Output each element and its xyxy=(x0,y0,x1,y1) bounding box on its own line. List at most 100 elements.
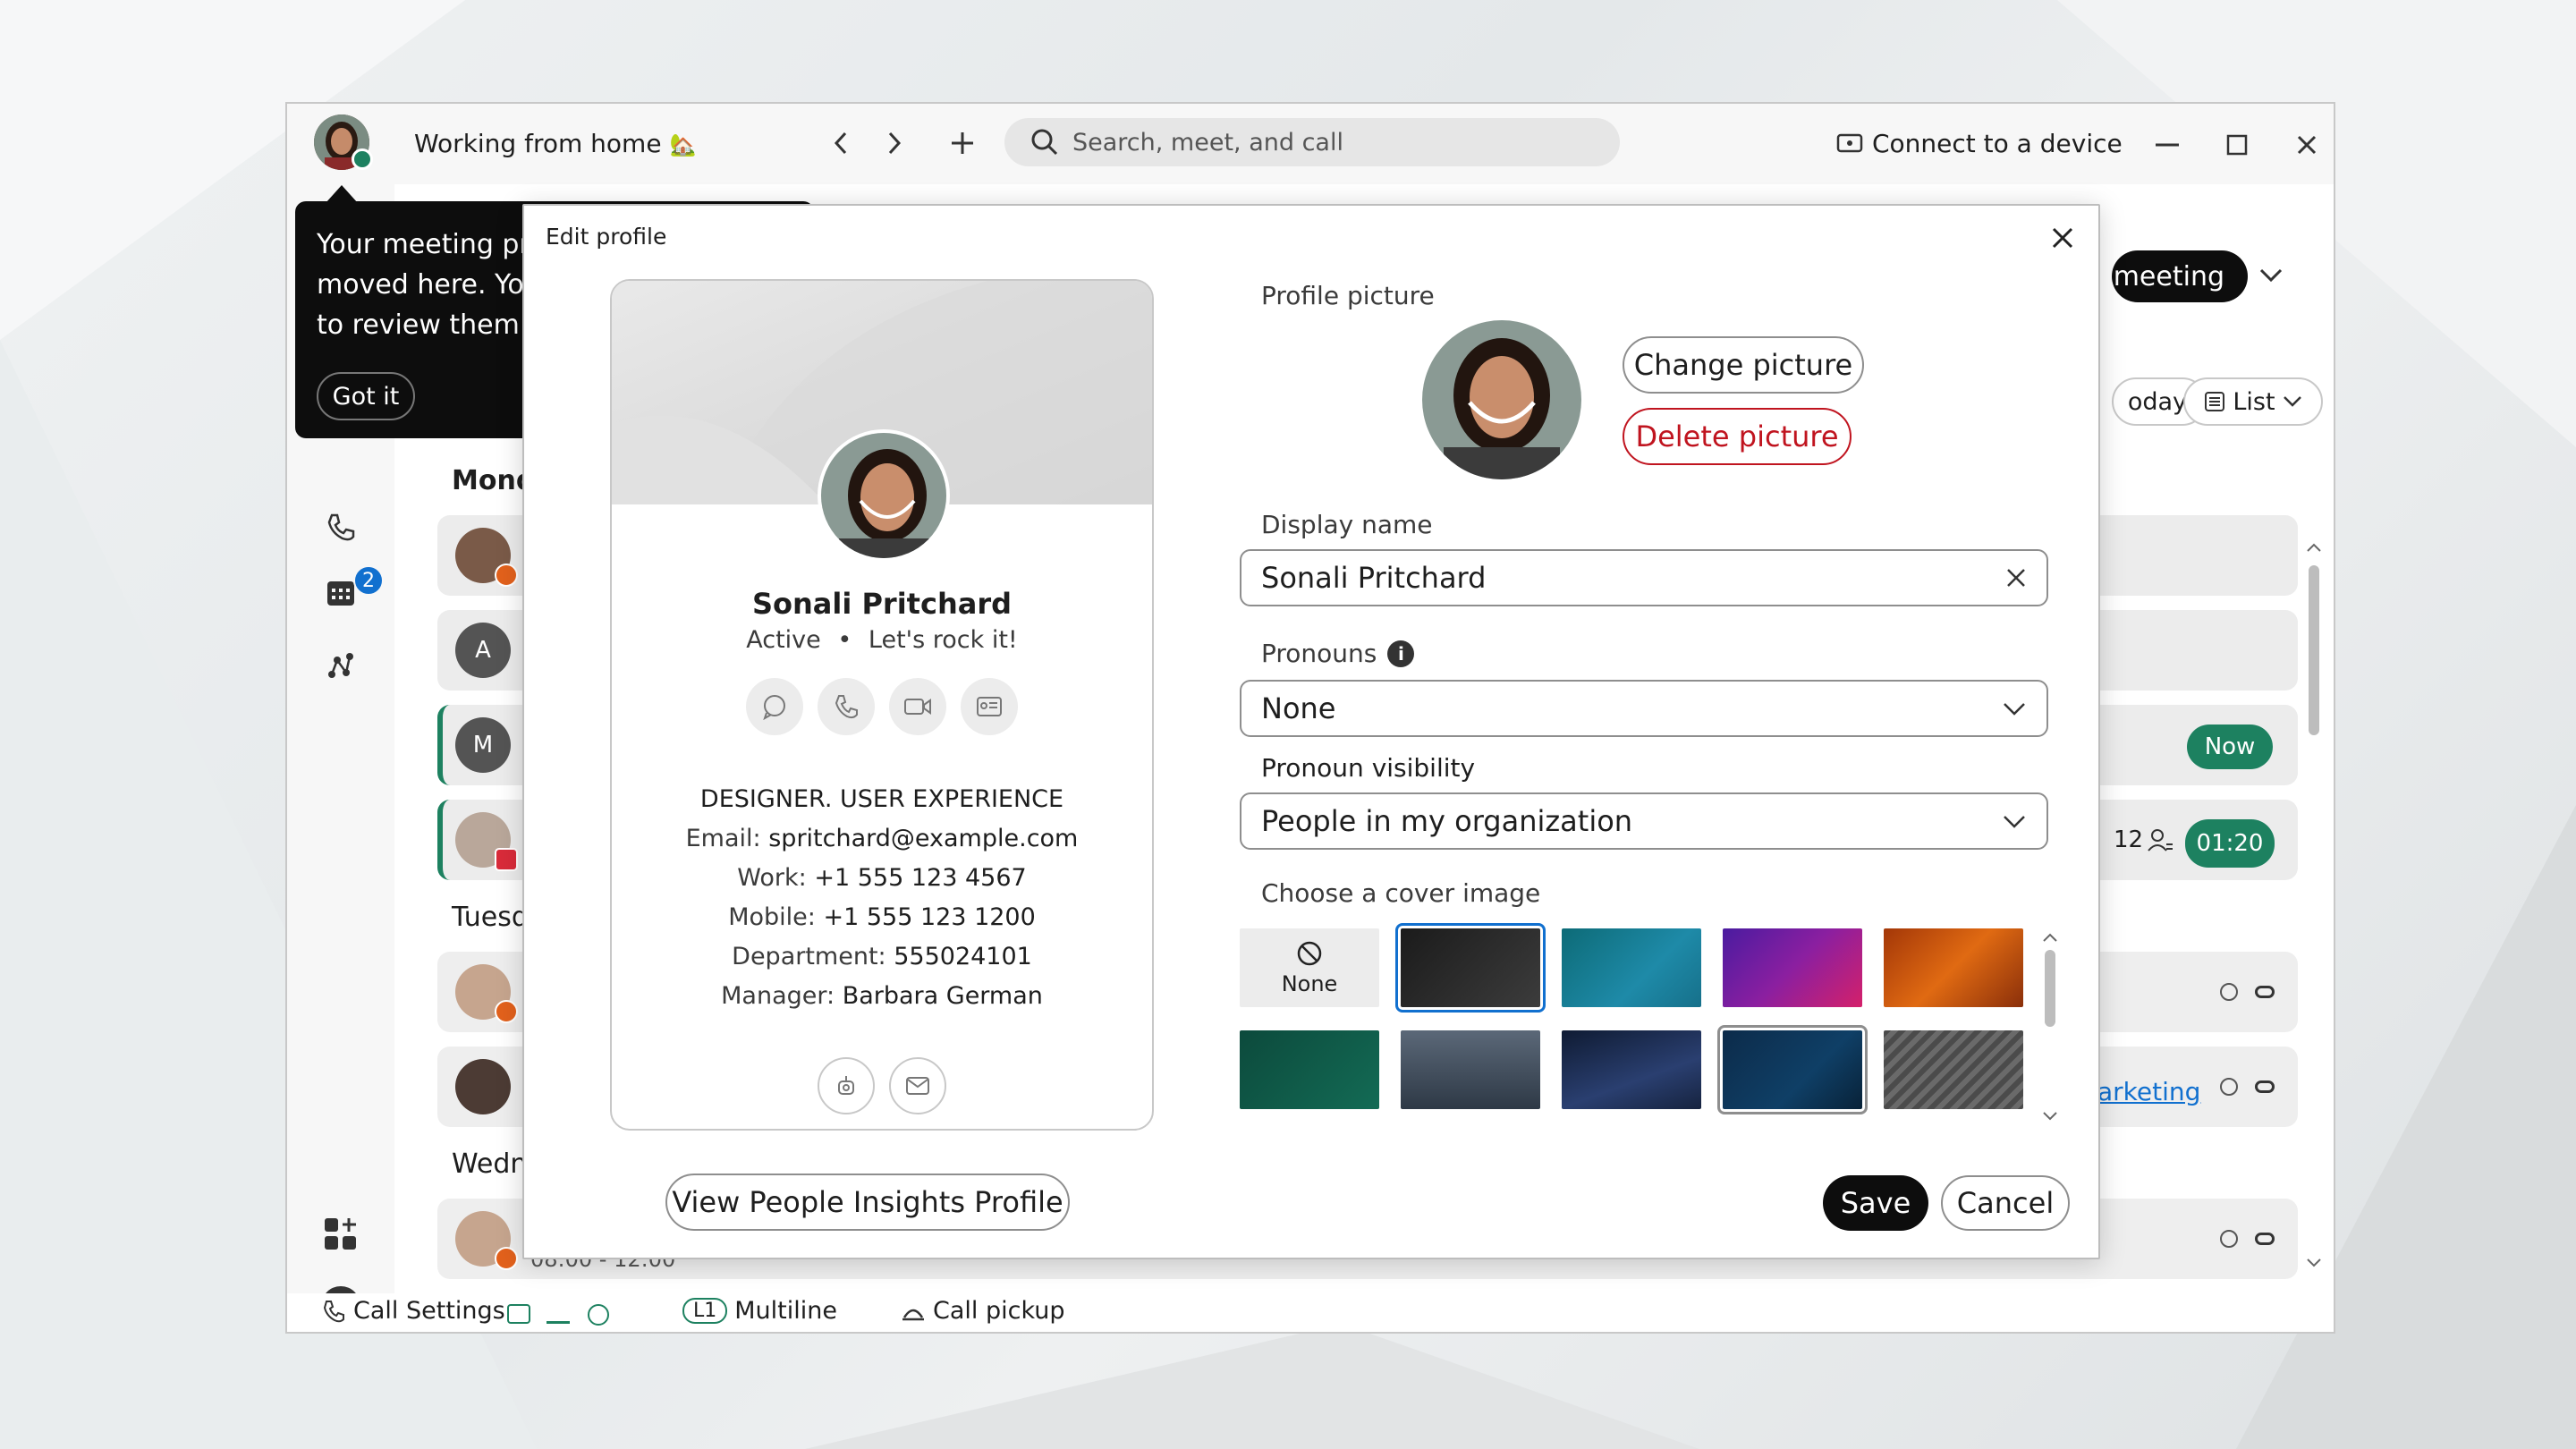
card-status: Active xyxy=(746,626,821,654)
recurring-icon xyxy=(2220,1078,2238,1096)
pronouns-value: None xyxy=(1261,691,1336,725)
day-header-wednesday: Wedn xyxy=(452,1148,528,1180)
recurring-icon xyxy=(2220,1230,2238,1248)
pronouns-label: Pronouns i xyxy=(1261,639,1415,668)
scrollbar-thumb[interactable] xyxy=(2309,565,2319,735)
chevron-down-icon[interactable] xyxy=(2251,256,2291,295)
forward-arrow-icon[interactable] xyxy=(876,125,911,161)
delete-picture-button[interactable]: Delete picture xyxy=(1623,408,1852,465)
call-forward-icon[interactable] xyxy=(547,1304,570,1324)
marketing-link[interactable]: arketing xyxy=(2097,1077,2200,1106)
mobile-value[interactable]: +1 555 123 1200 xyxy=(823,903,1035,931)
info-icon[interactable]: i xyxy=(1387,640,1415,667)
card-mobile-phone: Mobile: +1 555 123 1200 xyxy=(612,903,1152,931)
link-icon[interactable] xyxy=(2255,986,2275,998)
meeting-avatar-6 xyxy=(455,1059,511,1114)
call-pickup-button[interactable]: Call pickup xyxy=(901,1297,1065,1325)
org-chart-icon[interactable] xyxy=(818,1057,875,1114)
change-picture-button[interactable]: Change picture xyxy=(1623,336,1864,394)
cover-option-green[interactable] xyxy=(1240,1030,1379,1109)
pronouns-label-text: Pronouns xyxy=(1261,639,1377,668)
maximize-icon[interactable] xyxy=(2219,127,2255,163)
search-bar[interactable]: Search, meet, and call xyxy=(1004,118,1620,166)
scrollbar-thumb[interactable] xyxy=(2045,950,2055,1027)
device-icon xyxy=(1836,133,1863,152)
cover-option-dark[interactable] xyxy=(1395,923,1546,1013)
minimize-icon[interactable] xyxy=(2149,127,2185,163)
back-arrow-icon[interactable] xyxy=(824,125,860,161)
cover-option-teal[interactable] xyxy=(1562,928,1701,1007)
view-people-insights-button[interactable]: View People Insights Profile xyxy=(665,1174,1070,1231)
call-pickup-icon xyxy=(902,1309,924,1320)
today-label: oday xyxy=(2127,387,2187,416)
card-work-phone: Work: +1 555 123 4567 xyxy=(612,864,1152,892)
apps-icon[interactable] xyxy=(319,1213,362,1256)
now-badge: Now xyxy=(2187,724,2273,769)
card-status-message: Let's rock it! xyxy=(868,626,1018,654)
phone-settings-icon xyxy=(323,1300,344,1322)
start-meeting-label: meeting xyxy=(2113,260,2224,292)
tooltip-line-1: Your meeting pre xyxy=(317,229,547,260)
phone-badge-icon xyxy=(495,564,518,587)
list-label: List xyxy=(2233,387,2275,416)
email-label: Email: xyxy=(685,825,761,852)
voicemail-icon[interactable] xyxy=(507,1304,530,1324)
list-view-dropdown[interactable]: List xyxy=(2183,377,2323,426)
calling-icon[interactable] xyxy=(319,506,362,549)
message-icon[interactable] xyxy=(746,678,803,735)
start-meeting-button[interactable]: meeting xyxy=(2112,250,2248,302)
cover-option-grey-pattern[interactable] xyxy=(1884,1030,2023,1109)
call-pickup-label: Call pickup xyxy=(933,1297,1065,1325)
day-header-tuesday: Tuesd xyxy=(452,902,529,933)
clear-input-icon[interactable] xyxy=(2005,567,2027,589)
status-message: Working from home xyxy=(414,129,662,158)
multiline-button[interactable]: L1 Multiline xyxy=(682,1297,837,1325)
cover-option-orange[interactable] xyxy=(1884,928,2023,1007)
pronoun-visibility-label: Pronoun visibility xyxy=(1261,753,1476,783)
scroll-up-icon xyxy=(2307,543,2321,552)
card-email: Email: spritchard@example.com xyxy=(612,825,1152,852)
save-button[interactable]: Save xyxy=(1823,1175,1928,1231)
card-avatar xyxy=(818,429,950,562)
cover-option-none[interactable]: None xyxy=(1240,928,1379,1007)
work-value[interactable]: +1 555 123 4567 xyxy=(814,864,1026,892)
connect-device-button[interactable]: Connect to a device xyxy=(1836,129,2123,158)
pronouns-select[interactable]: None xyxy=(1240,680,2048,737)
cover-scrollbar[interactable] xyxy=(2041,928,2059,1125)
profile-picture-label: Profile picture xyxy=(1261,281,1435,310)
status-text[interactable]: Working from home 🏡 xyxy=(414,129,696,158)
display-name-input[interactable]: Sonali Pritchard xyxy=(1240,549,2048,606)
call-settings-button[interactable]: Call Settings xyxy=(321,1297,505,1325)
meeting-timer[interactable]: 01:20 xyxy=(2185,819,2275,868)
close-dialog-icon[interactable] xyxy=(2043,218,2082,258)
workflow-icon[interactable] xyxy=(319,644,362,687)
status-separator: • xyxy=(837,626,852,654)
call-icon[interactable] xyxy=(818,678,875,735)
cover-option-purple[interactable] xyxy=(1723,928,1862,1007)
close-window-icon[interactable] xyxy=(2289,127,2325,163)
list-scrollbar[interactable] xyxy=(2305,538,2323,1272)
cover-option-dunes[interactable] xyxy=(1562,1030,1701,1109)
contact-card-icon[interactable] xyxy=(961,678,1018,735)
avatar-a: A xyxy=(455,623,511,678)
department-value: 555024101 xyxy=(894,943,1032,970)
card-department: Department: 555024101 xyxy=(612,943,1152,970)
video-icon[interactable] xyxy=(889,678,946,735)
chevron-down-icon xyxy=(2004,816,2025,828)
cover-option-mountain[interactable] xyxy=(1401,1030,1540,1109)
got-it-button[interactable]: Got it xyxy=(317,372,415,420)
email-icon[interactable] xyxy=(889,1057,946,1114)
bottom-bar: Call Settings L1 Multiline Call pickup xyxy=(287,1293,2334,1332)
video-badge-icon xyxy=(495,1000,518,1023)
dnd-icon[interactable] xyxy=(588,1304,609,1326)
connect-device-label: Connect to a device xyxy=(1872,129,2123,158)
new-plus-icon[interactable] xyxy=(945,125,980,161)
cover-option-ocean[interactable] xyxy=(1717,1025,1868,1114)
email-value[interactable]: spritchard@example.com xyxy=(768,825,1078,852)
manager-value[interactable]: Barbara German xyxy=(843,982,1043,1010)
pronoun-visibility-select[interactable]: People in my organization xyxy=(1240,792,2048,850)
cancel-button[interactable]: Cancel xyxy=(1941,1175,2070,1231)
work-label: Work: xyxy=(737,864,807,892)
link-icon[interactable] xyxy=(2255,1080,2275,1093)
link-icon[interactable] xyxy=(2255,1233,2275,1245)
